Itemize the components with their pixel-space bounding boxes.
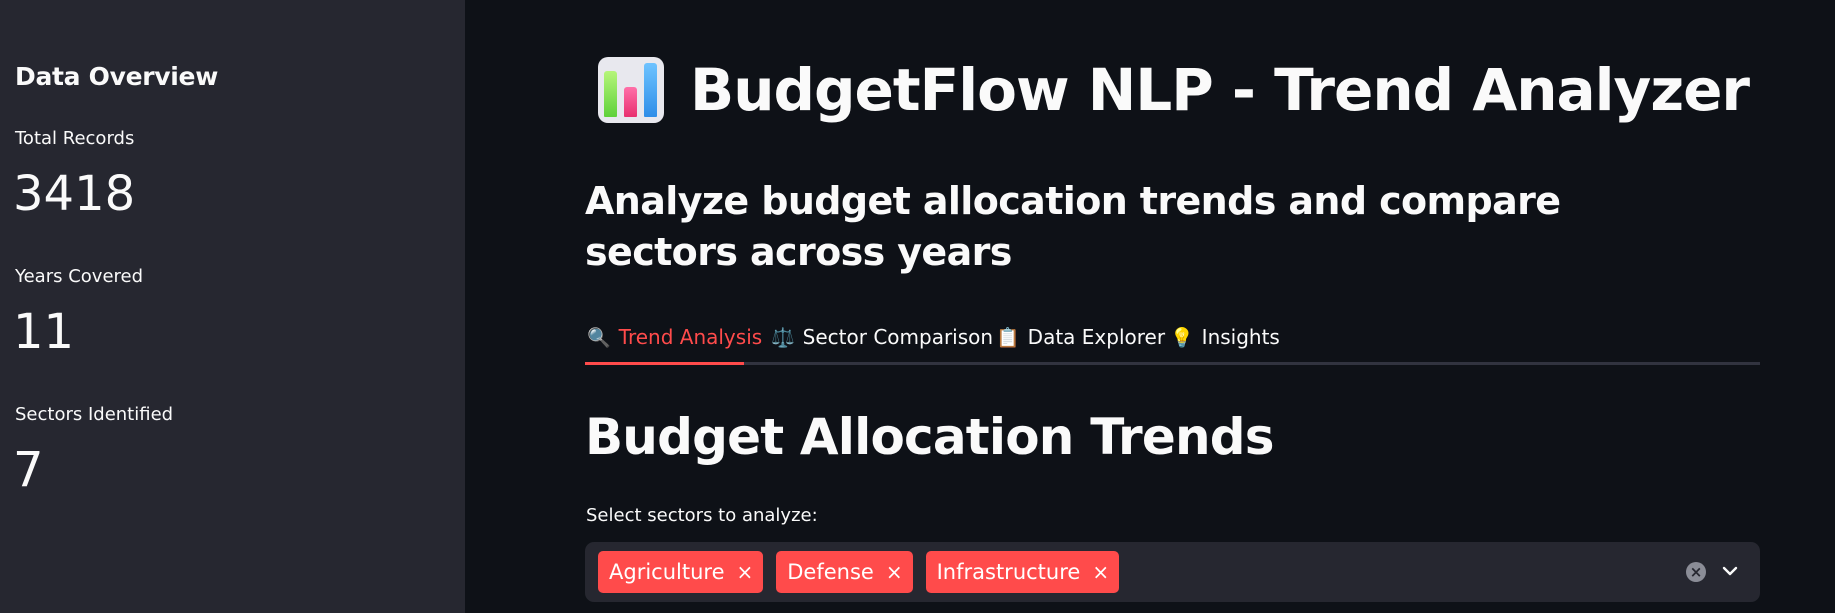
chip-defense: Defense × [776,551,913,593]
tab-data-explorer[interactable]: 📋 Data Explorer [996,315,1165,359]
clipboard-icon: 📋 [996,326,1020,349]
tab-label: Sector Comparison [802,325,994,349]
metric-label-years-covered: Years Covered [15,266,144,287]
tab-label: Data Explorer [1027,325,1166,349]
metric-value-sectors-identified: 7 [13,442,44,498]
sector-multiselect[interactable]: Agriculture × Defense × Infrastructure ×… [585,542,1760,602]
title-row: BudgetFlow NLP - Trend Analyzer [598,56,1750,124]
chip-infrastructure: Infrastructure × [925,551,1120,593]
metric-label-sectors-identified: Sectors Identified [15,404,174,425]
tab-label: Trend Analysis [618,325,763,349]
tab-insights[interactable]: 💡 Insights [1170,315,1280,359]
metric-value-total-records: 3418 [13,166,136,222]
metric-value-years-covered: 11 [13,304,75,360]
metric-label-total-records: Total Records [15,128,135,149]
selected-chips: Agriculture × Defense × Infrastructure × [598,551,1120,593]
section-title: Budget Allocation Trends [585,408,1275,466]
chevron-down-icon[interactable] [1720,561,1740,581]
close-icon[interactable]: × [1092,560,1109,584]
magnifier-icon: 🔍 [587,326,611,349]
tab-bar: 🔍 Trend Analysis ⚖️ Sector Comparison 📋 … [585,310,1760,365]
sidebar: Data Overview Total Records 3418 Years C… [0,0,465,613]
page-title: BudgetFlow NLP - Trend Analyzer [690,56,1750,124]
tab-sector-comparison[interactable]: ⚖️ Sector Comparison [771,315,993,359]
sidebar-heading: Data Overview [15,62,218,91]
page-subtitle: Analyze budget allocation trends and com… [585,179,1561,274]
chip-agriculture: Agriculture × [598,551,764,593]
bar-chart-icon [598,57,664,123]
chip-label: Infrastructure [936,560,1081,584]
close-icon[interactable]: × [886,560,903,584]
chip-label: Defense [787,560,874,584]
chip-label: Agriculture [609,560,725,584]
multiselect-label: Select sectors to analyze: [586,505,818,526]
lightbulb-icon: 💡 [1170,326,1194,349]
balance-scale-icon: ⚖️ [771,326,795,349]
clear-all-icon[interactable]: × [1686,562,1706,582]
tab-label: Insights [1201,325,1280,349]
main-content: BudgetFlow NLP - Trend Analyzer Analyze … [465,0,1835,613]
close-icon[interactable]: × [737,560,754,584]
active-tab-indicator [585,362,744,365]
app-root: Data Overview Total Records 3418 Years C… [0,0,1835,613]
tab-trend-analysis[interactable]: 🔍 Trend Analysis [587,315,762,359]
